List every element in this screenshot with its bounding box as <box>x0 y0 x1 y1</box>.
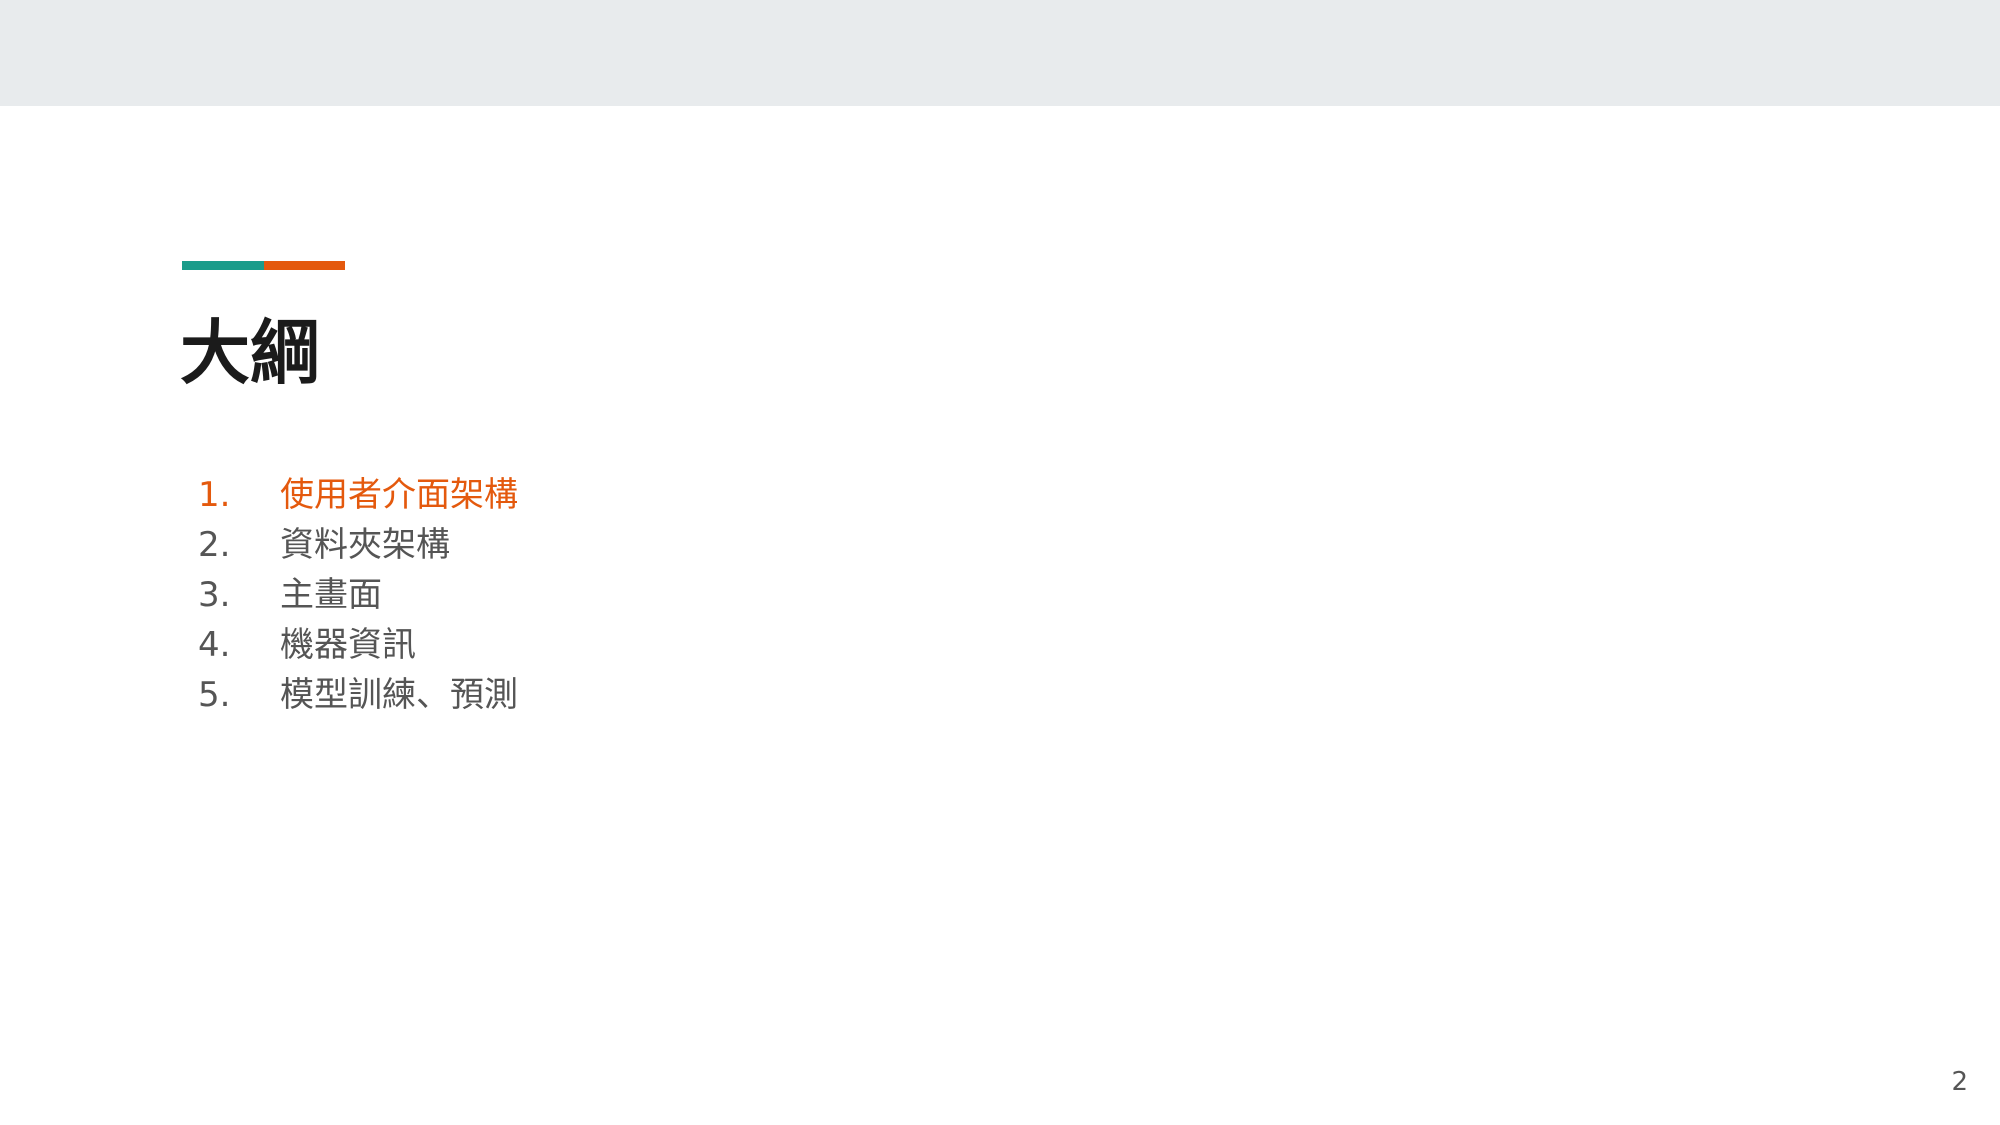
outline-item-label: 機器資訊 <box>280 625 416 665</box>
slide: 大綱 1. 使用者介面架構 2. 資料夾架構 3. 主畫面 4. 機器資訊 5.… <box>0 0 2000 1125</box>
page-number: 2 <box>1951 1067 1968 1097</box>
outline-item-number: 2. <box>198 525 231 565</box>
outline-item-label: 資料夾架構 <box>280 525 450 565</box>
header-band <box>0 0 2000 106</box>
outline-item-label: 模型訓練、預測 <box>280 675 518 715</box>
outline-item-2: 2. 資料夾架構 <box>198 520 518 570</box>
accent-bar-teal <box>182 261 264 270</box>
accent-bar-orange <box>264 261 345 270</box>
outline-item-number: 1. <box>198 475 231 515</box>
outline-item-number: 4. <box>198 625 231 665</box>
outline-item-label: 使用者介面架構 <box>280 475 518 515</box>
outline-item-number: 5. <box>198 675 231 715</box>
accent-bar <box>182 261 345 270</box>
outline-item-label: 主畫面 <box>280 575 382 615</box>
outline-item-number: 3. <box>198 575 231 615</box>
outline-item-5: 5. 模型訓練、預測 <box>198 670 518 720</box>
outline-item-3: 3. 主畫面 <box>198 570 518 620</box>
outline-item-1: 1. 使用者介面架構 <box>198 470 518 520</box>
slide-title: 大綱 <box>180 312 320 394</box>
outline-list: 1. 使用者介面架構 2. 資料夾架構 3. 主畫面 4. 機器資訊 5. 模型… <box>198 470 518 720</box>
outline-item-4: 4. 機器資訊 <box>198 620 518 670</box>
